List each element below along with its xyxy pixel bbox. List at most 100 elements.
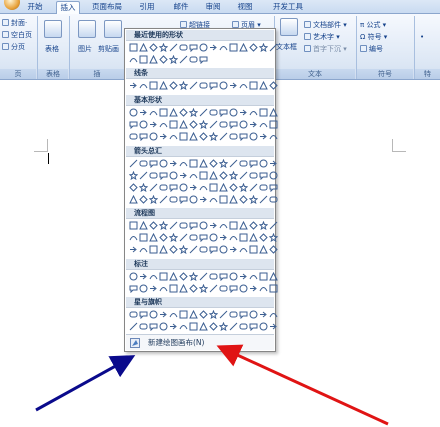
tab-home[interactable]: 开始 <box>24 1 46 14</box>
shape-option[interactable] <box>169 43 178 52</box>
shape-option[interactable] <box>229 171 238 180</box>
shape-option[interactable] <box>179 221 188 230</box>
shape-option[interactable] <box>209 284 218 293</box>
shape-option[interactable] <box>239 272 248 281</box>
shape-option[interactable] <box>229 245 238 254</box>
shape-option[interactable] <box>139 183 148 192</box>
shape-option[interactable] <box>239 233 248 242</box>
shape-option[interactable] <box>249 245 258 254</box>
shape-option[interactable] <box>229 43 238 52</box>
shape-option[interactable] <box>239 81 248 90</box>
shape-option[interactable] <box>129 81 138 90</box>
shape-option[interactable] <box>139 322 148 331</box>
shape-option[interactable] <box>229 195 238 204</box>
shape-option[interactable] <box>229 132 238 141</box>
shape-option[interactable] <box>209 43 218 52</box>
shape-option[interactable] <box>239 183 248 192</box>
shape-option[interactable] <box>149 233 158 242</box>
dropcap-button[interactable]: 首字下沉 ▾ <box>304 44 347 54</box>
shape-option[interactable] <box>139 310 148 319</box>
shape-option[interactable] <box>129 108 138 117</box>
shape-option[interactable] <box>249 108 258 117</box>
tab-insert[interactable]: 插入 <box>56 1 80 14</box>
shape-option[interactable] <box>229 284 238 293</box>
shape-option[interactable] <box>179 284 188 293</box>
shape-option[interactable] <box>249 221 258 230</box>
shape-option[interactable] <box>219 81 228 90</box>
shape-option[interactable] <box>139 81 148 90</box>
shape-option[interactable] <box>249 183 258 192</box>
shape-option[interactable] <box>159 55 168 64</box>
shape-option[interactable] <box>179 272 188 281</box>
shape-option[interactable] <box>149 171 158 180</box>
shape-option[interactable] <box>179 43 188 52</box>
shape-option[interactable] <box>189 171 198 180</box>
shape-option[interactable] <box>209 245 218 254</box>
shape-option[interactable] <box>139 245 148 254</box>
shape-option[interactable] <box>259 284 268 293</box>
shape-option[interactable] <box>219 195 228 204</box>
equation-button[interactable]: π 公式 ▾ <box>360 20 386 30</box>
shape-option[interactable] <box>209 81 218 90</box>
shape-option[interactable] <box>129 221 138 230</box>
shape-option[interactable] <box>159 195 168 204</box>
shape-option[interactable] <box>169 221 178 230</box>
shape-option[interactable] <box>269 132 278 141</box>
shape-option[interactable] <box>209 120 218 129</box>
shape-option[interactable] <box>259 108 268 117</box>
shape-option[interactable] <box>199 108 208 117</box>
shape-option[interactable] <box>129 322 138 331</box>
shape-option[interactable] <box>139 221 148 230</box>
shape-option[interactable] <box>189 195 198 204</box>
shape-option[interactable] <box>159 183 168 192</box>
shape-option[interactable] <box>199 195 208 204</box>
shape-option[interactable] <box>229 322 238 331</box>
shape-option[interactable] <box>159 43 168 52</box>
shape-option[interactable] <box>129 120 138 129</box>
shape-option[interactable] <box>149 108 158 117</box>
shape-option[interactable] <box>259 195 268 204</box>
shape-option[interactable] <box>199 43 208 52</box>
shape-option[interactable] <box>269 245 278 254</box>
shape-option[interactable] <box>159 159 168 168</box>
number-button[interactable]: 编号 <box>360 44 383 54</box>
shape-option[interactable] <box>219 108 228 117</box>
shape-option[interactable] <box>229 159 238 168</box>
shape-option[interactable] <box>129 284 138 293</box>
shape-option[interactable] <box>169 272 178 281</box>
shape-option[interactable] <box>209 183 218 192</box>
shape-option[interactable] <box>189 120 198 129</box>
shape-option[interactable] <box>229 120 238 129</box>
shape-option[interactable] <box>249 159 258 168</box>
shape-option[interactable] <box>239 132 248 141</box>
shape-option[interactable] <box>259 132 268 141</box>
shape-option[interactable] <box>219 183 228 192</box>
shape-option[interactable] <box>229 233 238 242</box>
shape-option[interactable] <box>239 120 248 129</box>
shape-option[interactable] <box>159 284 168 293</box>
shape-option[interactable] <box>169 120 178 129</box>
shape-option[interactable] <box>179 233 188 242</box>
shape-option[interactable] <box>129 55 138 64</box>
shape-option[interactable] <box>179 81 188 90</box>
shape-option[interactable] <box>189 245 198 254</box>
shape-option[interactable] <box>149 159 158 168</box>
shape-option[interactable] <box>129 233 138 242</box>
shape-option[interactable] <box>269 233 278 242</box>
shape-option[interactable] <box>239 310 248 319</box>
shape-option[interactable] <box>239 322 248 331</box>
shape-option[interactable] <box>249 171 258 180</box>
blank-page-button[interactable]: 空白页 <box>2 30 32 40</box>
shape-option[interactable] <box>259 272 268 281</box>
shape-option[interactable] <box>179 55 188 64</box>
shape-option[interactable] <box>169 108 178 117</box>
shape-option[interactable] <box>269 322 278 331</box>
shape-option[interactable] <box>179 322 188 331</box>
shape-option[interactable] <box>209 159 218 168</box>
shape-option[interactable] <box>229 310 238 319</box>
shape-option[interactable] <box>189 221 198 230</box>
shape-option[interactable] <box>139 272 148 281</box>
shape-option[interactable] <box>139 108 148 117</box>
shape-option[interactable] <box>149 284 158 293</box>
shape-option[interactable] <box>159 132 168 141</box>
